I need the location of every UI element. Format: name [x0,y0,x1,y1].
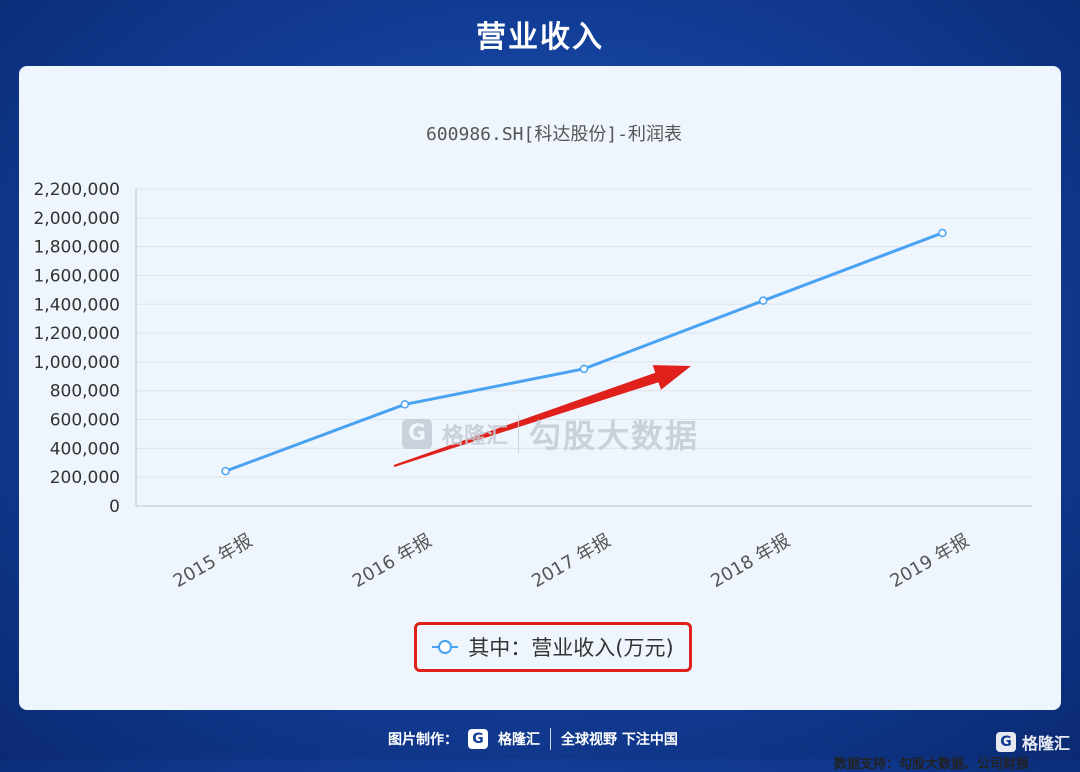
data-point [579,364,589,374]
data-point [400,400,410,409]
data-point [938,228,947,238]
y-tick-label: 1,800,000 [33,238,120,258]
x-tick-label: 2016 年报 [349,530,435,592]
x-axis: 2015 年报 2016 年报 2017 年报 2018 年报 2019 年报 [170,530,973,592]
x-tick-label: 2018 年报 [707,530,793,592]
data-point [758,296,768,305]
watermark-text: 勾股大数据 [529,417,700,455]
page-title: 营业收入 [476,20,604,55]
corner-logo-icon: G [995,732,1016,752]
x-tick-label: 2019 年报 [887,530,973,592]
y-tick-label: 2,200,000 [33,180,120,200]
legend-label: 其中：营业收入(万元) [468,636,674,660]
y-tick-label: 0 [109,497,120,517]
watermark: G 格隆汇 勾股大数据 [402,411,699,457]
footer-credit: 图片制作： [388,732,458,748]
y-tick-label: 2,000,000 [33,209,120,229]
line-chart: 600986.SH[科达股份]-利润表 0 200,000 400,000 600,0… [33,124,1032,592]
footer: 图片制作： G 格隆汇 全球视野 下注中国 [0,720,1080,759]
x-tick-label: 2017 年报 [528,530,614,592]
watermark-brand: 格隆汇 [442,424,509,449]
y-tick-label: 800,000 [50,382,120,402]
corner-logo: G 格隆汇 [995,730,1070,754]
y-tick-label: 1,000,000 [33,353,120,373]
watermark-divider [518,415,520,453]
legend[interactable]: 其中：营业收入(万元) [414,622,692,672]
corner-brand: 格隆汇 [1021,734,1070,753]
footer-divider [550,728,551,750]
y-axis: 0 200,000 400,000 600,000 800,000 1,000,000 1,… [33,180,137,517]
footer-slogan: 全球视野 下注中国 [561,732,678,748]
y-tick-label: 1,400,000 [33,295,120,315]
chart-card: 600986.SH[科达股份]-利润表 0 200,000 400,000 600,0… [19,66,1061,772]
x-tick-label: 2015 年报 [170,530,256,592]
y-tick-label: 400,000 [50,439,120,459]
grid [136,188,1032,507]
y-tick-label: 200,000 [50,468,120,488]
legend-line-marker-icon [432,639,459,655]
y-tick-label: 1,600,000 [33,266,120,286]
data-point [221,466,230,476]
footer-logo-icon: G [468,729,488,749]
y-tick-label: 1,200,000 [33,324,120,344]
gelonghui-logo-icon: G [402,419,432,449]
footer-brand: 格隆汇 [498,732,540,748]
chart-title: 600986.SH[科达股份]-利润表 [426,124,682,145]
y-tick-label: 600,000 [50,411,120,431]
